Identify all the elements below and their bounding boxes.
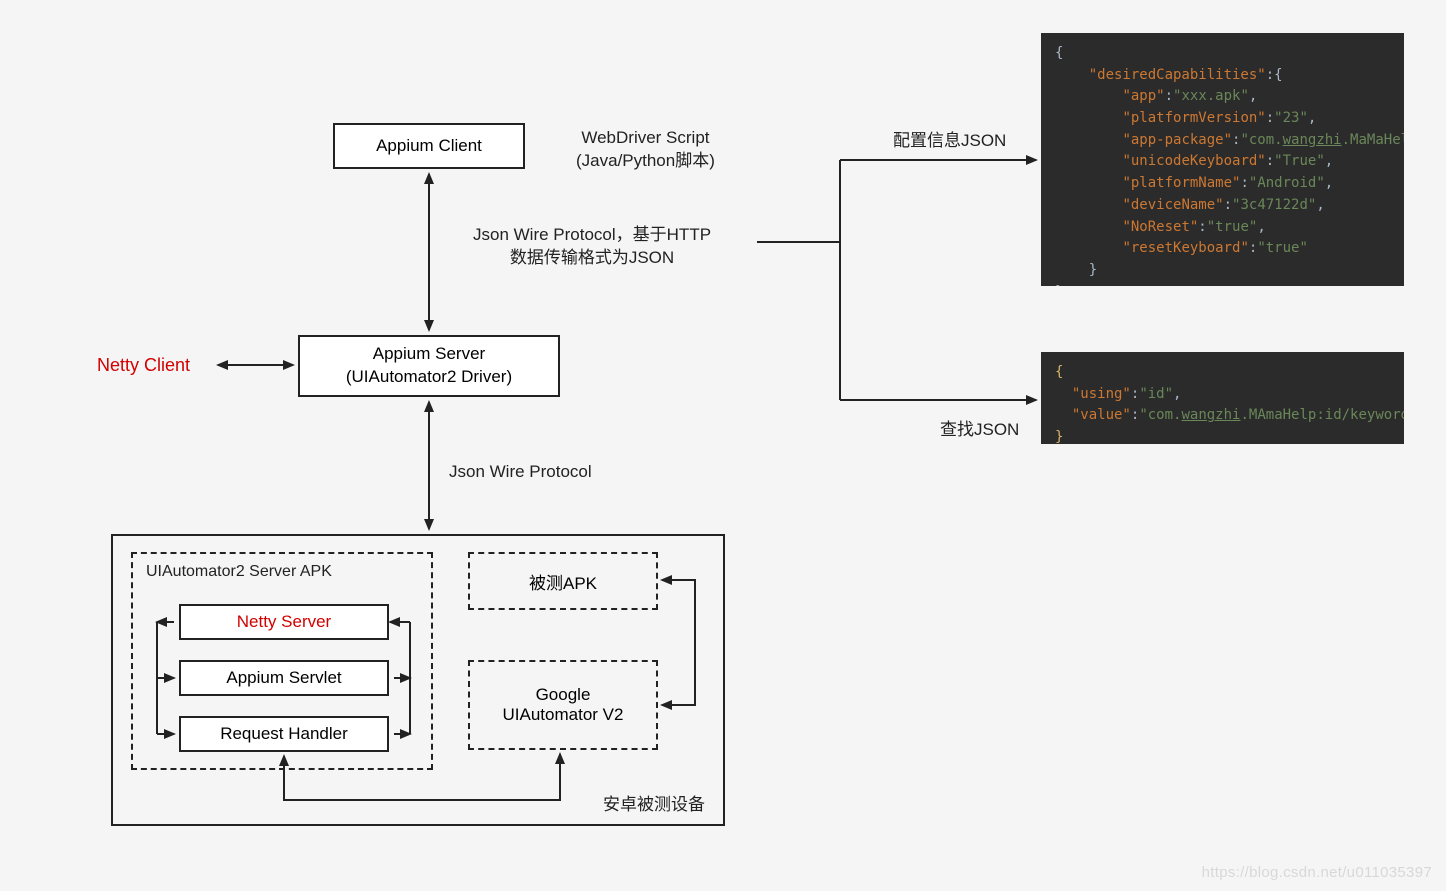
- search-json-label: 查找JSON: [940, 419, 1019, 442]
- webdriver-label: WebDriver Script (Java/Python脚本): [576, 127, 715, 173]
- netty-server-box: Netty Server: [179, 604, 389, 640]
- appium-client-box: Appium Client: [333, 123, 525, 169]
- appium-server-l1: Appium Server: [373, 344, 485, 363]
- code-block-search: { "using":"id", "value":"com.wangzhi.MAm…: [1041, 352, 1404, 444]
- device-label: 安卓被测设备: [603, 794, 705, 817]
- tested-apk-box: 被测APK: [468, 552, 658, 610]
- google-uia2-l1: Google: [536, 685, 591, 704]
- webdriver-l1: WebDriver Script: [581, 128, 709, 147]
- appium-server-l2: (UIAutomator2 Driver): [346, 367, 512, 386]
- jsonwire-label: Json Wire Protocol，基于HTTP 数据传输格式为JSON: [473, 224, 711, 270]
- netty-server-text: Netty Server: [237, 611, 331, 634]
- jsonwire-single: Json Wire Protocol: [449, 461, 592, 484]
- appium-servlet-box: Appium Servlet: [179, 660, 389, 696]
- appium-server-box: Appium Server (UIAutomator2 Driver): [298, 335, 560, 397]
- config-json-label: 配置信息JSON: [893, 130, 1006, 153]
- google-uia2-l2: UIAutomator V2: [503, 705, 624, 724]
- webdriver-l2: (Java/Python脚本): [576, 151, 715, 170]
- google-uia2-box: Google UIAutomator V2: [468, 660, 658, 750]
- tested-apk-text: 被测APK: [529, 569, 597, 594]
- code-block-config: { "desiredCapabilities":{ "app":"xxx.apk…: [1041, 33, 1404, 286]
- netty-client-label: Netty Client: [97, 353, 190, 377]
- jsonwire-l2: 数据传输格式为JSON: [473, 247, 711, 270]
- request-handler-box: Request Handler: [179, 716, 389, 752]
- uia2-server-title: UIAutomator2 Server APK: [146, 561, 332, 583]
- jsonwire-l1: Json Wire Protocol，基于HTTP: [473, 225, 711, 244]
- watermark: https://blog.csdn.net/u011035397: [1202, 864, 1432, 881]
